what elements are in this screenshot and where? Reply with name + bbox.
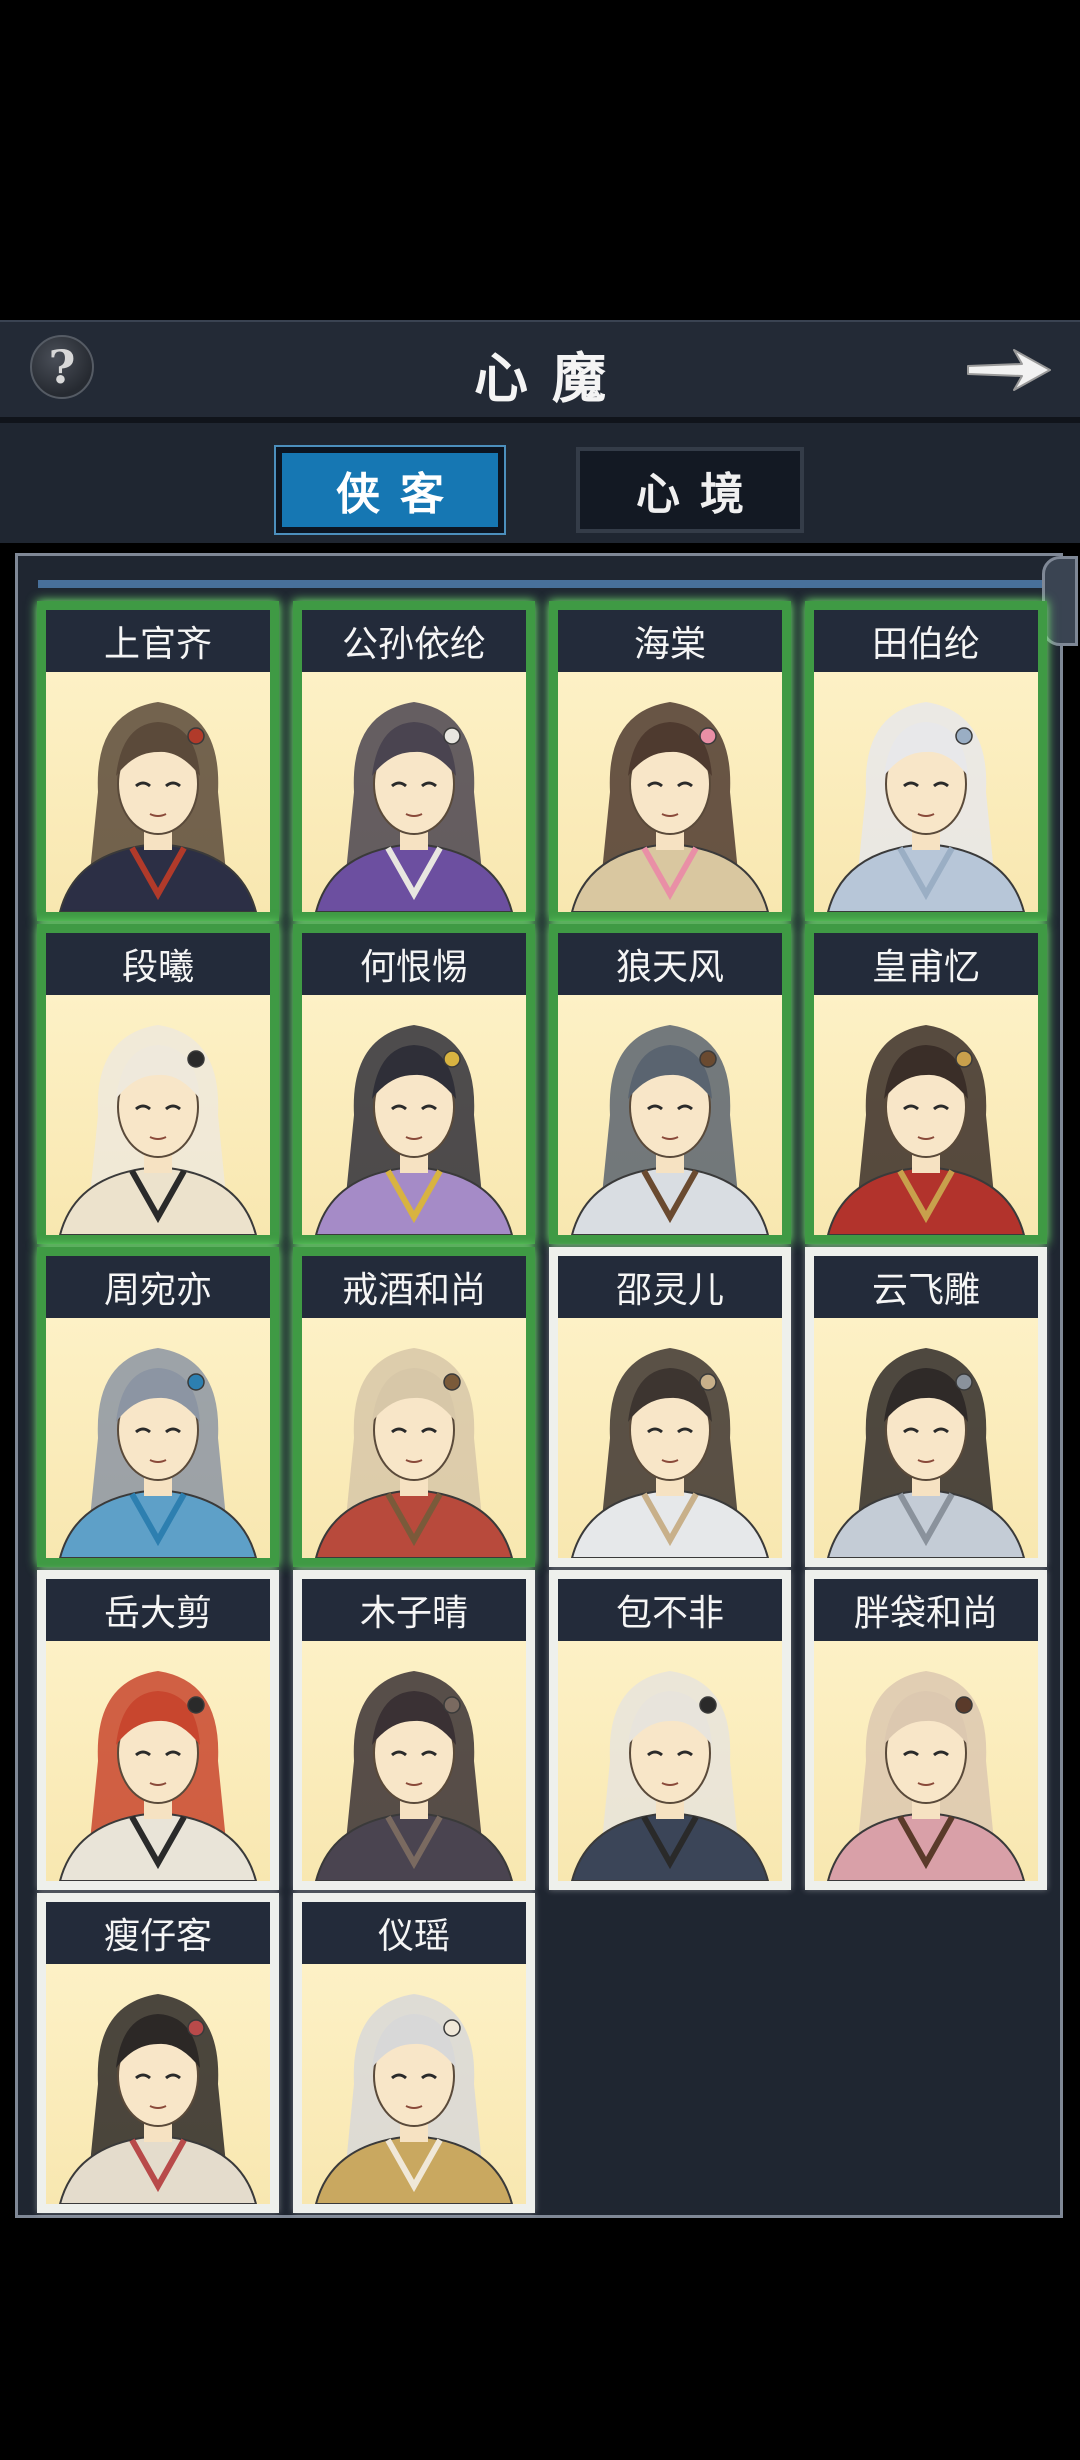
character-card[interactable]: 海棠 bbox=[549, 601, 791, 921]
character-card[interactable]: 田伯纶 bbox=[805, 601, 1047, 921]
arrow-right-icon bbox=[967, 349, 1051, 391]
character-name: 段曦 bbox=[46, 933, 270, 995]
tab-xiake[interactable]: 侠客 bbox=[274, 445, 506, 535]
character-card[interactable]: 何恨惕 bbox=[293, 924, 535, 1244]
character-name: 公孙依纶 bbox=[302, 610, 526, 672]
character-card[interactable]: 周宛亦 bbox=[37, 1247, 279, 1567]
character-name: 狼天风 bbox=[558, 933, 782, 995]
character-portrait bbox=[302, 995, 526, 1235]
character-card[interactable]: 狼天风 bbox=[549, 924, 791, 1244]
character-portrait bbox=[558, 1641, 782, 1881]
tab-xinjing[interactable]: 心境 bbox=[576, 447, 804, 533]
grid-top-highlight bbox=[38, 580, 1063, 588]
header-bar: ? 心魔 bbox=[0, 320, 1080, 425]
character-portrait bbox=[302, 1318, 526, 1558]
character-name: 皇甫忆 bbox=[814, 933, 1038, 995]
character-portrait bbox=[814, 1318, 1038, 1558]
character-portrait bbox=[814, 995, 1038, 1235]
character-name: 田伯纶 bbox=[814, 610, 1038, 672]
character-name: 何恨惕 bbox=[302, 933, 526, 995]
character-card[interactable]: 云飞雕 bbox=[805, 1247, 1047, 1567]
character-portrait bbox=[46, 1641, 270, 1881]
side-pull-tab[interactable] bbox=[1042, 556, 1078, 646]
character-name: 包不非 bbox=[558, 1579, 782, 1641]
character-portrait bbox=[558, 672, 782, 912]
character-grid-panel: 上官齐 公孙依纶 海棠 田伯纶段曦 何恨惕 狼天风 皇甫忆周宛亦 戒酒和尚 邵灵儿 云飞雕岳大剪木… bbox=[15, 553, 1078, 2218]
character-name: 邵灵儿 bbox=[558, 1256, 782, 1318]
character-portrait bbox=[46, 1964, 270, 2204]
character-card[interactable]: 上官齐 bbox=[37, 601, 279, 921]
character-name: 海棠 bbox=[558, 610, 782, 672]
character-card[interactable]: 皇甫忆 bbox=[805, 924, 1047, 1244]
character-card[interactable]: 胖袋和尚 bbox=[805, 1570, 1047, 1890]
character-card[interactable]: 包不非 bbox=[549, 1570, 791, 1890]
character-card[interactable]: 木子晴 bbox=[293, 1570, 535, 1890]
back-arrow-button[interactable] bbox=[964, 344, 1054, 396]
character-portrait bbox=[558, 1318, 782, 1558]
character-name: 瘦仔客 bbox=[46, 1902, 270, 1964]
character-name: 云飞雕 bbox=[814, 1256, 1038, 1318]
character-portrait bbox=[46, 995, 270, 1235]
character-portrait bbox=[302, 672, 526, 912]
game-screen: ? 心魔 侠客 心境 上官齐 公孙依纶 海棠 田伯纶段曦 何恨惕 狼天风 皇甫忆周宛亦 戒酒和… bbox=[0, 0, 1080, 2460]
character-card[interactable]: 段曦 bbox=[37, 924, 279, 1244]
character-name: 周宛亦 bbox=[46, 1256, 270, 1318]
tab-bar: 侠客 心境 bbox=[0, 423, 1080, 543]
character-portrait bbox=[46, 672, 270, 912]
character-portrait bbox=[558, 995, 782, 1235]
character-card[interactable]: 公孙依纶 bbox=[293, 601, 535, 921]
character-card[interactable]: 仪瑶 bbox=[293, 1893, 535, 2213]
character-name: 胖袋和尚 bbox=[814, 1579, 1038, 1641]
character-portrait bbox=[814, 1641, 1038, 1881]
page-title: 心魔 bbox=[474, 346, 630, 410]
character-name: 仪瑶 bbox=[302, 1902, 526, 1964]
character-card[interactable]: 戒酒和尚 bbox=[293, 1247, 535, 1567]
character-name: 木子晴 bbox=[302, 1579, 526, 1641]
character-portrait bbox=[814, 672, 1038, 912]
character-name: 岳大剪 bbox=[46, 1579, 270, 1641]
character-card[interactable]: 瘦仔客 bbox=[37, 1893, 279, 2213]
character-portrait bbox=[302, 1641, 526, 1881]
character-card[interactable]: 邵灵儿 bbox=[549, 1247, 791, 1567]
character-card[interactable]: 岳大剪 bbox=[37, 1570, 279, 1890]
character-portrait bbox=[46, 1318, 270, 1558]
character-name: 戒酒和尚 bbox=[302, 1256, 526, 1318]
character-name: 上官齐 bbox=[46, 610, 270, 672]
character-portrait bbox=[302, 1964, 526, 2204]
